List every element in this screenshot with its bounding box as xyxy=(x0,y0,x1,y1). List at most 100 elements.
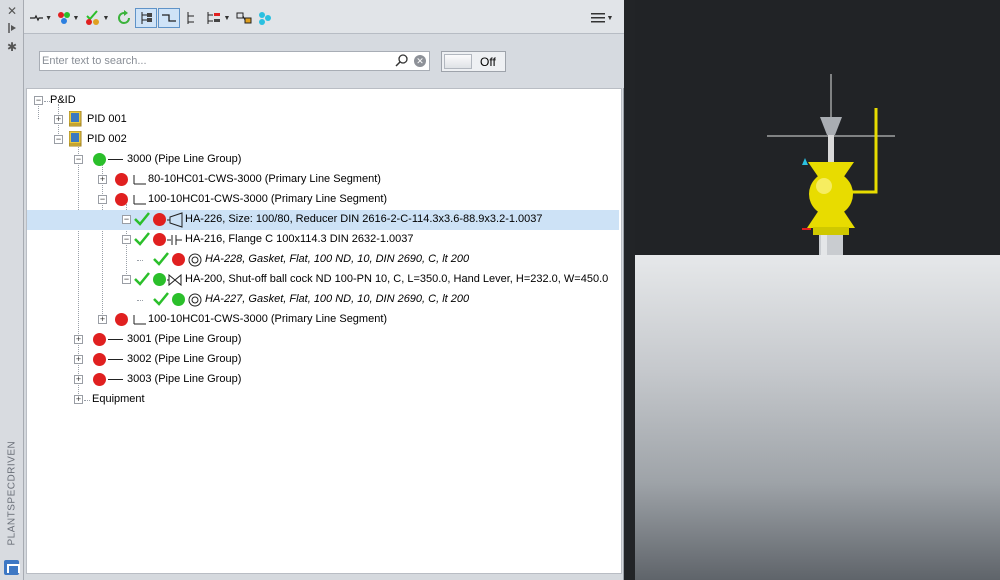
tree-row-ha-200[interactable]: − HA-200, Shut-off ball cock ND 100-PN 1… xyxy=(27,270,619,290)
tree-row-equipment[interactable]: + Equipment xyxy=(27,390,619,410)
tree-label: PID 001 xyxy=(87,113,127,125)
hamburger-menu-button[interactable]: ▼ xyxy=(588,8,616,28)
expand-icon[interactable]: + xyxy=(74,355,83,364)
color-dots-icon xyxy=(57,12,70,24)
status-red-icon xyxy=(172,253,185,266)
search-icon[interactable] xyxy=(395,54,409,68)
tree-label: PID 002 xyxy=(87,133,127,145)
status-red-icon xyxy=(93,353,106,366)
status-red-icon xyxy=(93,373,106,386)
search-bar: ✕ Off xyxy=(24,34,624,88)
collapse-icon[interactable]: − xyxy=(74,155,83,164)
pipe-line-icon xyxy=(108,159,123,160)
segment-icon xyxy=(130,193,146,210)
pipe-line-icon xyxy=(108,339,123,340)
color-filter-button[interactable]: ▼ xyxy=(56,8,80,28)
check-icon xyxy=(134,272,150,289)
status-red-icon xyxy=(115,313,128,326)
link-icon xyxy=(236,12,252,24)
close-icon[interactable]: ✕ xyxy=(4,4,20,18)
expand-icon[interactable]: + xyxy=(98,175,107,184)
check-icon xyxy=(153,292,169,309)
segment-icon xyxy=(130,313,146,330)
flange-icon xyxy=(167,233,183,250)
collapse-icon[interactable]: − xyxy=(122,275,131,284)
settings-icon[interactable]: ✱ xyxy=(4,40,20,54)
tree-row-group-3001[interactable]: + 3001 (Pipe Line Group) xyxy=(27,330,619,350)
link-button[interactable] xyxy=(234,8,254,28)
status-red-icon xyxy=(153,213,166,226)
tree-row-group-3002[interactable]: + 3002 (Pipe Line Group) xyxy=(27,350,619,370)
tree-view-button[interactable] xyxy=(184,8,198,28)
tree-row-pid-002[interactable]: − PID 002 xyxy=(27,130,619,150)
tree-label: P&ID xyxy=(50,94,76,106)
status-red-icon xyxy=(115,173,128,186)
app-icon[interactable] xyxy=(4,560,20,575)
tree-label: HA-226, Size: 100/80, Reducer DIN 2616-2… xyxy=(185,213,543,225)
tree-label: 80-10HC01-CWS-3000 (Primary Line Segment… xyxy=(148,173,381,185)
hamburger-menu-icon xyxy=(590,13,605,23)
validate-filter-button[interactable]: ▼ xyxy=(84,8,110,28)
status-green-icon xyxy=(172,293,185,306)
tree-label: 3000 (Pipe Line Group) xyxy=(127,153,242,165)
tree-row-segment-100[interactable]: − 100-10HC01-CWS-3000 (Primary Line Segm… xyxy=(27,190,619,210)
tree-row-ha-226[interactable]: − HA-226, Size: 100/80, Reducer DIN 2616… xyxy=(27,210,619,230)
palette-panel: ▼ ▼ ▼ ▼ ▼ Enter text to search... ✕ Off … xyxy=(24,0,624,580)
tree-row-pid-001[interactable]: + PID 001 xyxy=(27,110,619,130)
collapse-icon[interactable]: − xyxy=(98,195,107,204)
expand-icon[interactable]: + xyxy=(74,375,83,384)
tree-label: 3002 (Pipe Line Group) xyxy=(127,353,242,365)
status-red-icon xyxy=(153,233,166,246)
status-red-icon xyxy=(93,333,106,346)
tree-row-pid-root[interactable]: − P&ID xyxy=(27,91,619,111)
check-icon xyxy=(134,212,150,229)
tree-label: Equipment xyxy=(92,393,145,405)
tree-row-ha-227[interactable]: HA-227, Gasket, Flat, 100 ND, 10, DIN 26… xyxy=(27,290,619,310)
tree-row-ha-216[interactable]: − HA-216, Flange C 100x114.3 DIN 2632-1.… xyxy=(27,230,619,250)
line-view-button[interactable] xyxy=(158,8,180,28)
pin-icon[interactable] xyxy=(4,22,20,36)
model-viewport[interactable] xyxy=(635,0,1000,580)
drawing-icon xyxy=(68,130,83,150)
expand-icon[interactable]: + xyxy=(98,315,107,324)
valve-model xyxy=(767,74,895,255)
check-icon xyxy=(153,252,169,269)
gasket-icon xyxy=(188,293,202,310)
expand-icon[interactable]: + xyxy=(54,115,63,124)
line-view-icon xyxy=(162,14,176,22)
sort-icon xyxy=(207,12,220,24)
pipe-line-icon xyxy=(108,379,123,380)
tree-row-ha-228[interactable]: HA-228, Gasket, Flat, 100 ND, 10, DIN 26… xyxy=(27,250,619,270)
hierarchy-view-button[interactable] xyxy=(135,8,157,28)
collapse-icon[interactable]: − xyxy=(122,235,131,244)
tree-label: 100-10HC01-CWS-3000 (Primary Line Segmen… xyxy=(148,313,388,325)
status-green-icon xyxy=(153,273,166,286)
tree-label: 100-10HC01-CWS-3000 (Primary Line Segmen… xyxy=(148,193,388,205)
network-button[interactable] xyxy=(257,8,273,28)
tree-row-group-3003[interactable]: + 3003 (Pipe Line Group) xyxy=(27,370,619,390)
pipe-line-icon xyxy=(108,359,123,360)
refresh-button[interactable] xyxy=(114,8,134,28)
clear-search-icon[interactable]: ✕ xyxy=(414,55,426,67)
collapse-icon[interactable]: − xyxy=(34,96,43,105)
collapse-icon[interactable]: − xyxy=(54,135,63,144)
tree-row-group-3000[interactable]: − 3000 (Pipe Line Group) xyxy=(27,150,619,170)
line-tool-button[interactable]: ▼ xyxy=(30,8,52,28)
filter-toggle[interactable]: Off xyxy=(441,51,506,72)
toggle-knob[interactable] xyxy=(444,54,472,69)
collapse-icon[interactable]: − xyxy=(122,215,131,224)
hierarchy-icon xyxy=(141,12,152,24)
expand-icon[interactable]: + xyxy=(74,395,83,404)
tree-row-segment-80[interactable]: + 80-10HC01-CWS-3000 (Primary Line Segme… xyxy=(27,170,619,190)
tree-label: HA-200, Shut-off ball cock ND 100-PN 10,… xyxy=(185,273,609,285)
tree-label: HA-228, Gasket, Flat, 100 ND, 10, DIN 26… xyxy=(205,253,470,265)
tree-row-segment-100-b[interactable]: + 100-10HC01-CWS-3000 (Primary Line Segm… xyxy=(27,310,619,330)
tree-label: 3003 (Pipe Line Group) xyxy=(127,373,242,385)
check-icon xyxy=(134,232,150,249)
search-input[interactable] xyxy=(42,53,392,69)
toolbar: ▼ ▼ ▼ ▼ ▼ xyxy=(24,0,624,34)
sort-dropdown-button[interactable]: ▼ xyxy=(205,8,231,28)
expand-icon[interactable]: + xyxy=(74,335,83,344)
palette-title: PLANTSPECDRIVEN xyxy=(6,440,18,546)
tree-label: HA-227, Gasket, Flat, 100 ND, 10, DIN 26… xyxy=(205,293,470,305)
